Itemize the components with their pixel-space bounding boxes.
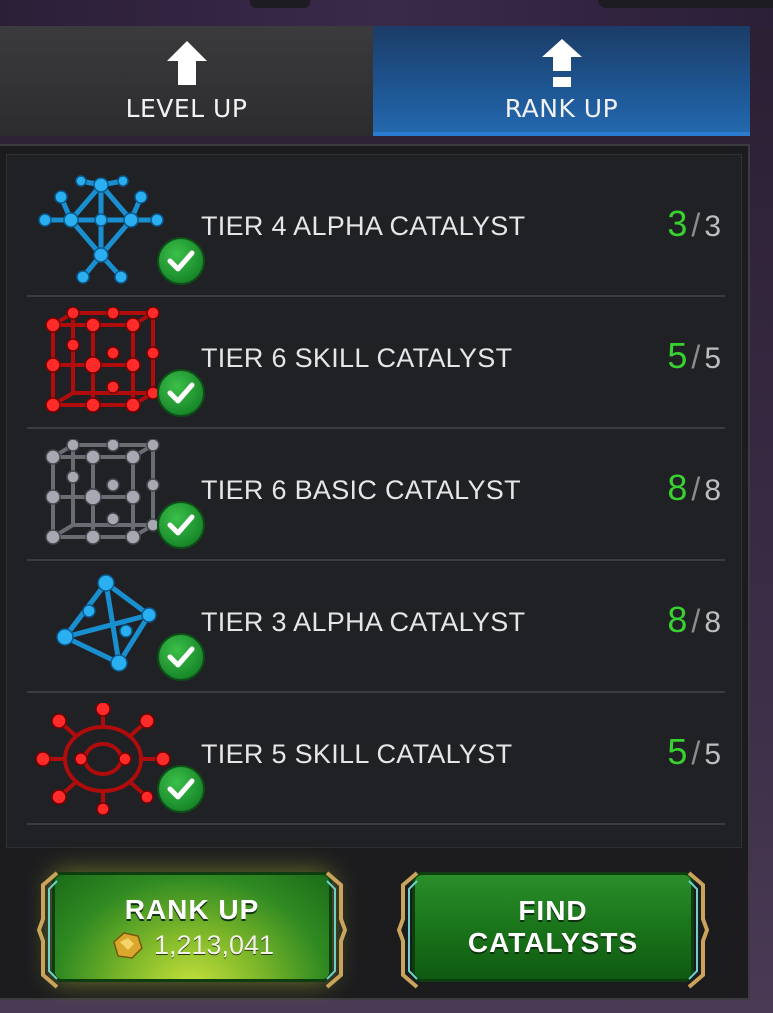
bracket-right-icon [687, 871, 709, 989]
catalyst-count: 3 / 3 [667, 203, 721, 245]
count-slash: / [691, 603, 701, 639]
list-item[interactable]: TIER 6 BASIC CATALYST 8 / 8 [27, 429, 725, 561]
checkmark-icon [157, 237, 205, 285]
tab-level-up[interactable]: LEVEL UP [0, 26, 373, 136]
catalyst-list: TIER 4 ALPHA CATALYST 3 / 3 TIER 6 SKILL… [6, 154, 742, 848]
bracket-left-icon [397, 871, 419, 989]
catalyst-need: 8 [704, 606, 721, 639]
checkmark-icon [157, 369, 205, 417]
catalyst-have: 5 [667, 731, 688, 772]
catalyst-need: 5 [704, 738, 721, 771]
catalyst-count: 5 / 5 [667, 731, 721, 773]
top-nub-right [598, 0, 773, 8]
count-slash: / [691, 735, 701, 771]
rank-up-cost-value: 1,213,041 [153, 929, 275, 960]
rank-up-button-label: RANK UP [124, 893, 260, 925]
list-item[interactable]: TIER 5 SKILL CATALYST 5 / 5 [27, 693, 725, 825]
bracket-left-icon [37, 871, 59, 989]
count-slash: / [691, 207, 701, 243]
checkmark-icon [157, 765, 205, 813]
catalyst-have: 8 [667, 599, 688, 640]
tab-level-up-label: LEVEL UP [125, 94, 248, 123]
find-catalysts-label-line1: FIND [518, 895, 588, 926]
catalyst-name: TIER 5 SKILL CATALYST [201, 739, 513, 769]
catalyst-name: TIER 3 ALPHA CATALYST [201, 607, 526, 637]
catalyst-name: TIER 6 BASIC CATALYST [201, 475, 521, 505]
catalyst-name: TIER 6 SKILL CATALYST [201, 343, 513, 373]
find-catalysts-label-line2: CATALYSTS [467, 927, 639, 958]
row-divider [27, 823, 725, 825]
catalyst-name: TIER 4 ALPHA CATALYST [201, 211, 526, 241]
top-strip [0, 0, 773, 26]
rank-up-button[interactable]: RANK UP 1,213,041 [37, 871, 347, 989]
tab-rank-up[interactable]: RANK UP [373, 26, 750, 136]
checkmark-icon [157, 633, 205, 681]
bracket-right-icon [325, 871, 347, 989]
catalyst-have: 5 [667, 335, 688, 376]
catalyst-count: 8 / 8 [667, 599, 721, 641]
find-catalysts-button[interactable]: FIND CATALYSTS [397, 871, 709, 989]
top-nub-left [250, 0, 310, 8]
count-slash: / [691, 471, 701, 507]
catalyst-need: 3 [704, 210, 721, 243]
catalyst-have: 3 [667, 203, 688, 244]
checkmark-icon [157, 501, 205, 549]
gold-icon [113, 932, 143, 959]
count-slash: / [691, 339, 701, 375]
catalyst-have: 8 [667, 467, 688, 508]
tab-bar: LEVEL UP RANK UP [0, 26, 750, 136]
catalyst-count: 8 / 8 [667, 467, 721, 509]
rank-up-arrow-icon [537, 38, 587, 88]
catalyst-count: 5 / 5 [667, 335, 721, 377]
list-item[interactable]: TIER 3 ALPHA CATALYST 8 / 8 [27, 561, 725, 693]
catalyst-need: 5 [704, 342, 721, 375]
catalyst-need: 8 [704, 474, 721, 507]
rank-up-cost: 1,213,041 [110, 930, 274, 961]
tab-rank-up-label: RANK UP [504, 94, 619, 123]
list-item[interactable]: TIER 6 SKILL CATALYST 5 / 5 [27, 297, 725, 429]
arrow-up-icon [162, 38, 212, 88]
list-item[interactable]: TIER 4 ALPHA CATALYST 3 / 3 [27, 165, 725, 297]
